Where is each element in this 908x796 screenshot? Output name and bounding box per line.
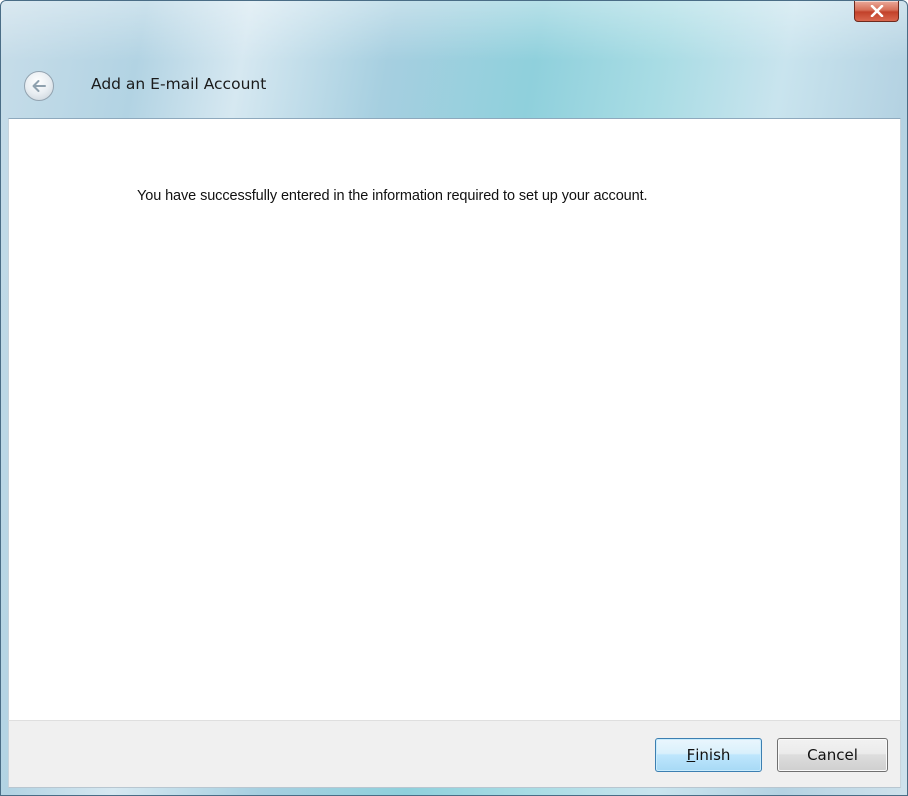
cancel-button[interactable]: Cancel	[777, 738, 888, 772]
close-button[interactable]	[854, 1, 899, 22]
content-panel: You have successfully entered in the inf…	[8, 118, 901, 720]
back-button[interactable]	[24, 71, 54, 101]
dialog-window: Add an E-mail Account You have successfu…	[0, 0, 908, 796]
finish-mnemonic: F	[686, 746, 696, 764]
success-message: You have successfully entered in the inf…	[137, 188, 648, 204]
back-arrow-icon	[32, 80, 46, 92]
finish-button[interactable]: Finish	[655, 738, 762, 772]
finish-label: inish	[695, 746, 731, 764]
dialog-title: Add an E-mail Account	[91, 75, 267, 93]
button-bar: Finish Cancel	[8, 720, 901, 788]
close-icon	[870, 5, 883, 17]
